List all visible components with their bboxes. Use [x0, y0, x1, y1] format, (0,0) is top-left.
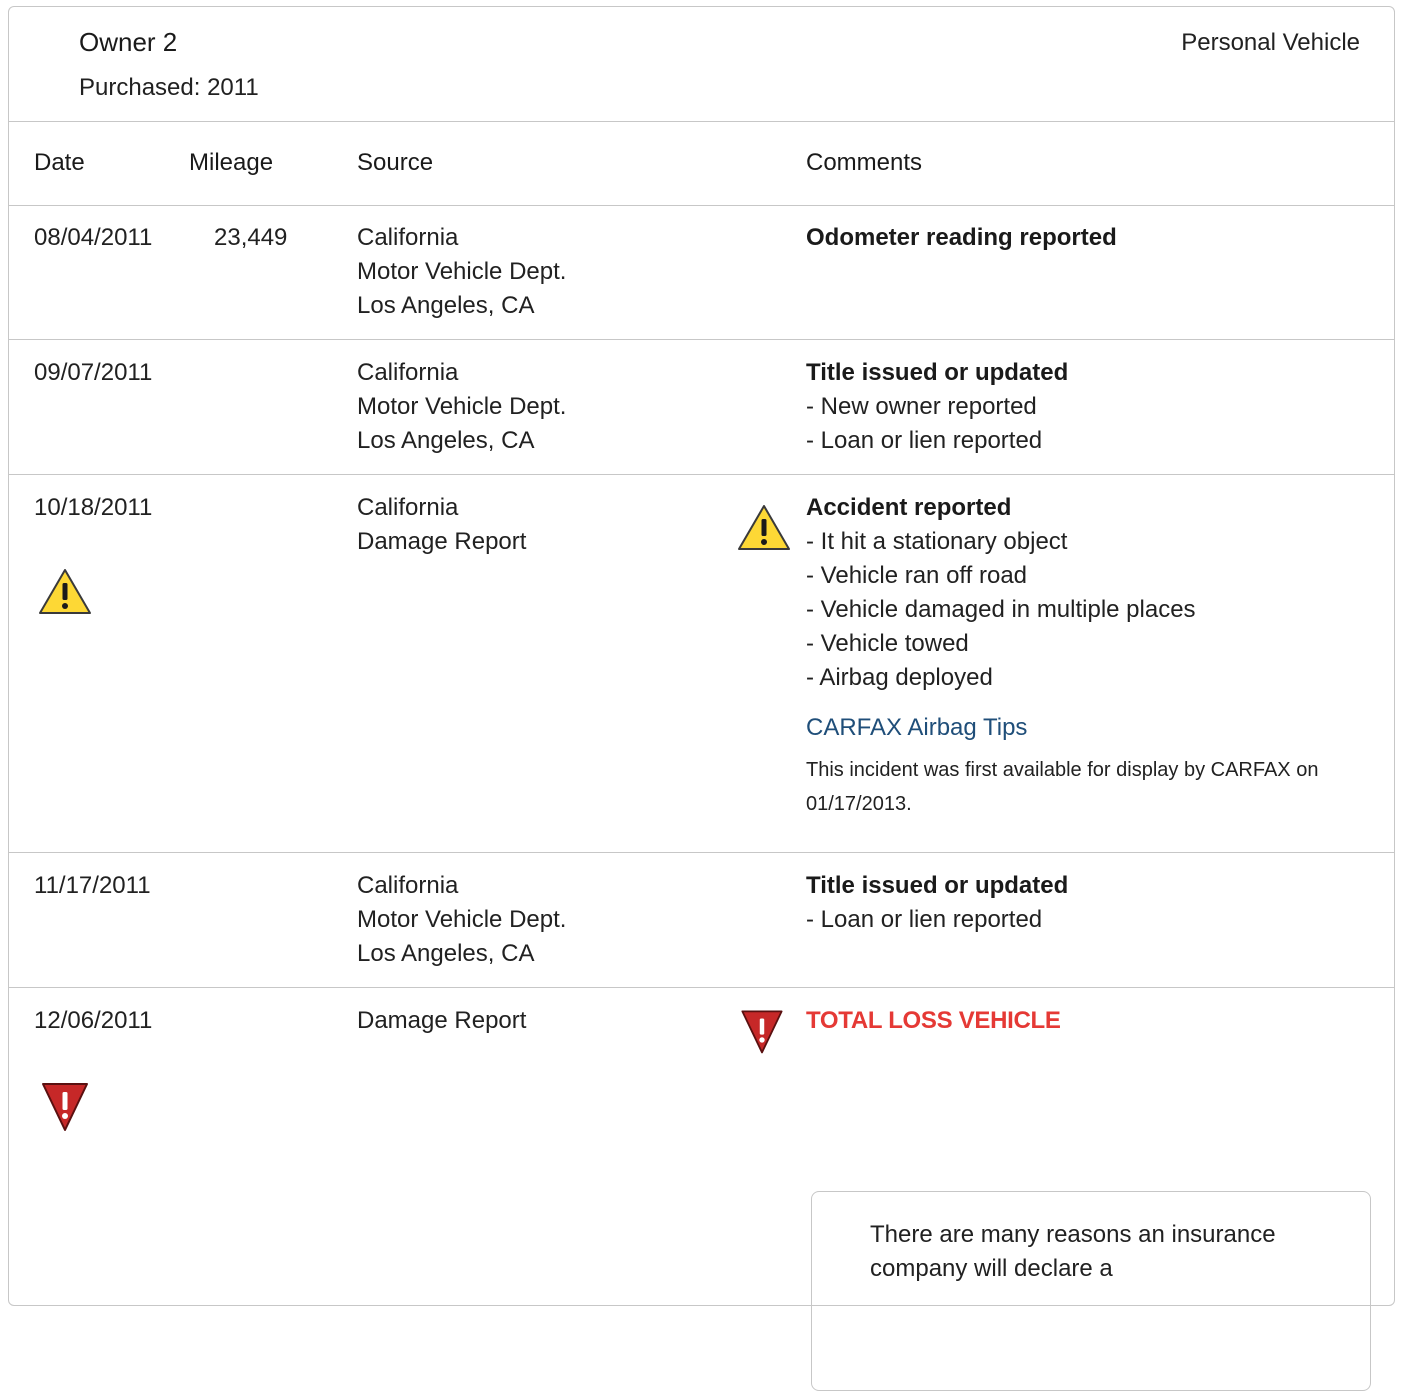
source-line: Motor Vehicle Dept.	[357, 906, 567, 933]
incident-note: This incident was first available for di…	[806, 759, 1319, 815]
row-date: 10/18/2011	[34, 494, 153, 521]
column-header-date: Date	[34, 149, 85, 176]
row-comments: Title issued or updated - New owner repo…	[806, 356, 1366, 458]
comment-detail: - Vehicle ran off road	[806, 562, 1028, 589]
column-header-comments: Comments	[806, 149, 923, 176]
row-comments: Odometer reading reported	[806, 221, 1366, 255]
row-source: California Damage Report	[357, 491, 526, 559]
column-header-mileage: Mileage	[189, 149, 274, 176]
table-row: 10/18/2011 California Damage Report Acci…	[9, 475, 1394, 853]
row-date: 11/17/2011	[34, 872, 151, 899]
total-loss-icon	[37, 1078, 93, 1139]
table-row: 09/07/2011 California Motor Vehicle Dept…	[9, 340, 1394, 475]
column-header-source: Source	[357, 149, 434, 176]
row-source: California Motor Vehicle Dept. Los Angel…	[357, 869, 566, 971]
comment-detail: - Vehicle damaged in multiple places	[806, 596, 1196, 623]
table-row: 11/17/2011 California Motor Vehicle Dept…	[9, 853, 1394, 988]
row-source: California Motor Vehicle Dept. Los Angel…	[357, 356, 566, 458]
source-line: Damage Report	[357, 1007, 527, 1034]
source-line: California	[357, 872, 459, 899]
row-comments: Accident reported - It hit a stationary …	[806, 491, 1366, 821]
comment-detail: - Loan or lien reported	[806, 427, 1043, 454]
source-line: Los Angeles, CA	[357, 427, 535, 454]
row-date: 08/04/2011	[34, 224, 153, 251]
row-mileage: 23,449	[214, 224, 288, 251]
warning-triangle-icon	[736, 503, 792, 558]
total-loss-icon	[737, 1006, 787, 1061]
row-comments: TOTAL LOSS VEHICLE	[806, 1004, 1366, 1038]
row-source: Damage Report	[357, 1004, 526, 1038]
comment-headline: Title issued or updated	[806, 872, 1069, 899]
comment-headline: Accident reported	[806, 494, 1012, 521]
info-box-text: There are many reasons an insurance comp…	[870, 1221, 1276, 1282]
source-line: California	[357, 224, 459, 251]
source-line: California	[357, 359, 459, 386]
source-line: California	[357, 494, 459, 521]
source-line: Damage Report	[357, 528, 527, 555]
owner-header: Owner 2 Purchased: 2011 Personal Vehicle	[9, 7, 1394, 122]
source-line: Los Angeles, CA	[357, 292, 535, 319]
comment-detail: - Airbag deployed	[806, 664, 993, 691]
comment-detail: - It hit a stationary object	[806, 528, 1068, 555]
comment-detail: - Vehicle towed	[806, 630, 969, 657]
vehicle-type: Personal Vehicle	[1181, 29, 1360, 56]
source-line: Motor Vehicle Dept.	[357, 393, 567, 420]
warning-triangle-icon	[37, 567, 93, 622]
airbag-tips-link[interactable]: CARFAX Airbag Tips	[806, 711, 1366, 745]
owner-title: Owner 2	[79, 27, 178, 57]
comment-detail: - Loan or lien reported	[806, 906, 1043, 933]
source-line: Motor Vehicle Dept.	[357, 258, 567, 285]
row-comments: Title issued or updated - Loan or lien r…	[806, 869, 1366, 937]
owner-purchased: Purchased: 2011	[79, 74, 259, 101]
total-loss-headline: TOTAL LOSS VEHICLE	[806, 1007, 1061, 1034]
row-source: California Motor Vehicle Dept. Los Angel…	[357, 221, 566, 323]
comment-detail: - New owner reported	[806, 393, 1037, 420]
owner-history-card: Owner 2 Purchased: 2011 Personal Vehicle…	[8, 6, 1395, 1391]
row-date: 12/06/2011	[34, 1007, 153, 1034]
total-loss-info-box: There are many reasons an insurance comp…	[811, 1191, 1371, 1391]
comment-headline: Odometer reading reported	[806, 224, 1117, 251]
row-date: 09/07/2011	[34, 359, 153, 386]
table-header: Date Mileage Source Comments	[9, 121, 1394, 206]
table-row: 08/04/2011 23,449 California Motor Vehic…	[9, 205, 1394, 340]
comment-headline: Title issued or updated	[806, 359, 1069, 386]
source-line: Los Angeles, CA	[357, 940, 535, 967]
